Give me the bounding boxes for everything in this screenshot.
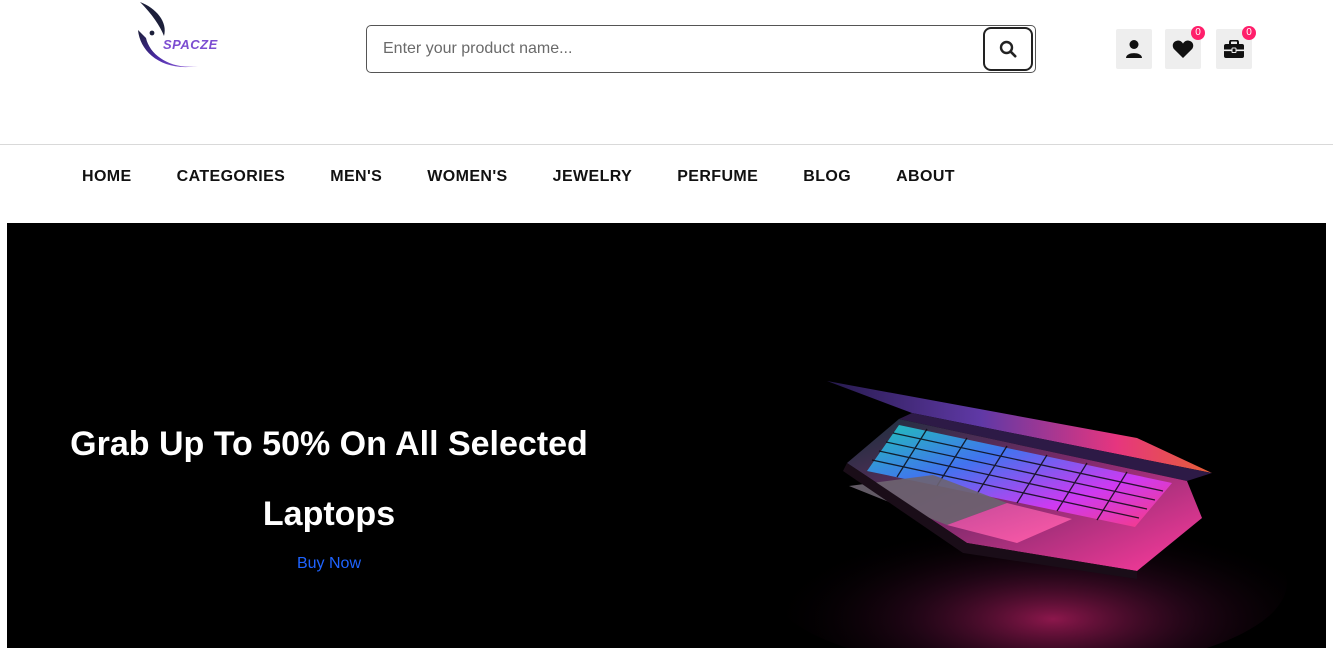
brand-logo-icon (138, 2, 198, 68)
brand-name: SPACZE (163, 37, 218, 52)
nav-item-home[interactable]: HOME (82, 168, 132, 186)
nav-item-jewelry[interactable]: JEWELRY (553, 168, 633, 186)
page: SPACZE 0 (0, 0, 1333, 648)
hero-banner: Grab Up To 50% On All Selected Laptops B… (7, 223, 1326, 648)
search-bar (366, 25, 1036, 73)
search-icon (999, 40, 1017, 58)
nav-item-about[interactable]: ABOUT (896, 168, 955, 186)
user-icon (1126, 40, 1142, 58)
nav-item-perfume[interactable]: PERFUME (677, 168, 758, 186)
laptop-image (767, 381, 1287, 648)
cart-count-badge: 0 (1242, 26, 1256, 40)
nav-item-womens[interactable]: WOMEN'S (427, 168, 507, 186)
nav-item-blog[interactable]: BLOG (803, 168, 851, 186)
search-button[interactable] (983, 27, 1033, 71)
site-header: SPACZE 0 (0, 0, 1333, 144)
wishlist-button[interactable]: 0 (1165, 26, 1205, 69)
briefcase-icon (1224, 39, 1244, 58)
wishlist-count-badge: 0 (1191, 26, 1205, 40)
heart-icon (1172, 40, 1194, 58)
search-input[interactable] (367, 26, 977, 72)
nav-item-mens[interactable]: MEN'S (330, 168, 382, 186)
nav-list: HOME CATEGORIES MEN'S WOMEN'S JEWELRY PE… (82, 168, 1000, 186)
nav-item-categories[interactable]: CATEGORIES (177, 168, 286, 186)
cart-button[interactable]: 0 (1216, 26, 1256, 69)
buy-now-link[interactable]: Buy Now (229, 555, 429, 573)
account-button[interactable] (1116, 29, 1152, 69)
main-nav: HOME CATEGORIES MEN'S WOMEN'S JEWELRY PE… (0, 145, 1333, 223)
hero-title: Grab Up To 50% On All Selected Laptops (70, 425, 588, 533)
